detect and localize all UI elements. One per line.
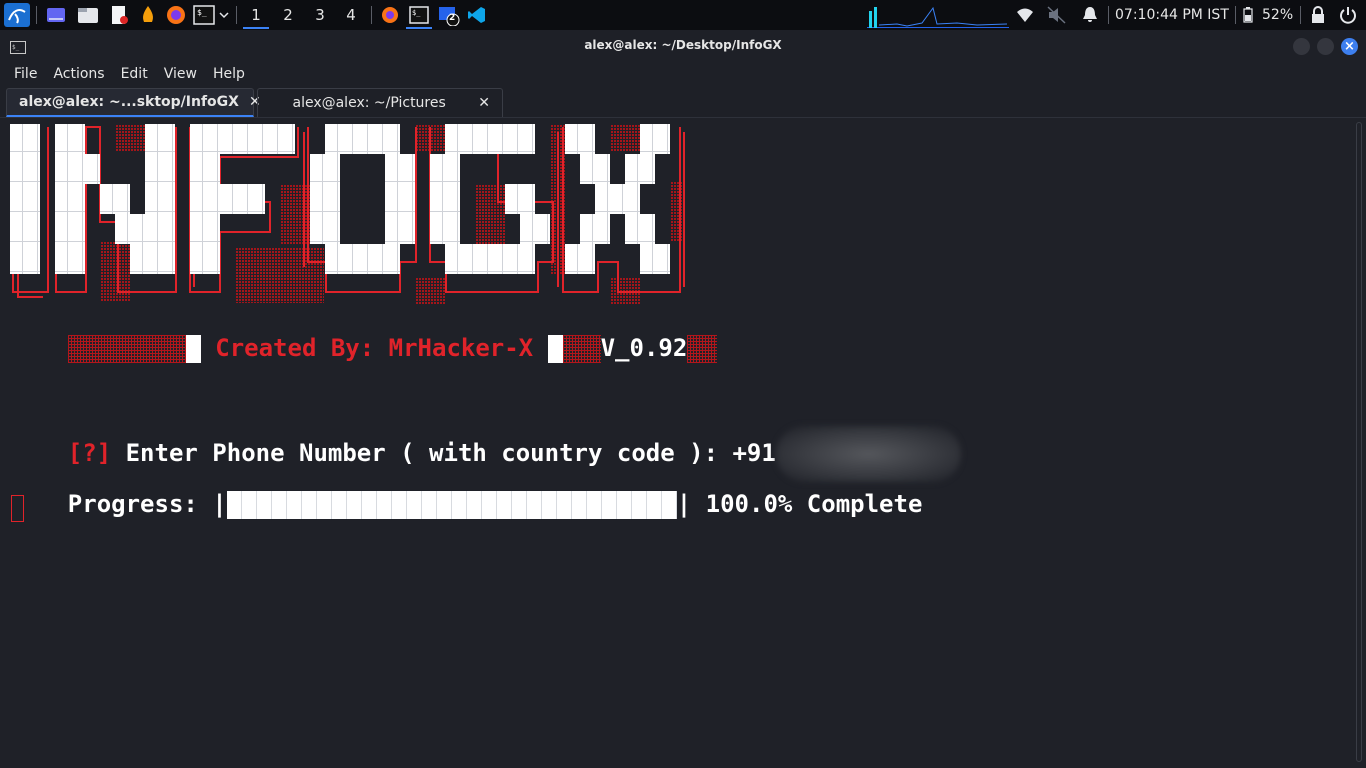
firefox-window-icon[interactable]	[379, 4, 401, 26]
terminal-scrollbar[interactable]	[1356, 122, 1362, 762]
tab-infogx[interactable]: alex@alex: ~...sktop/InfoGX ✕	[6, 88, 261, 117]
progress-percent: 100.0%	[705, 490, 793, 518]
close-icon: ×	[1344, 39, 1355, 54]
minimize-button[interactable]	[1293, 38, 1310, 55]
terminal-group-icon[interactable]: 2	[438, 4, 460, 26]
window-title: alex@alex: ~/Desktop/InfoGX	[584, 38, 782, 52]
text-editor-icon[interactable]	[108, 4, 130, 26]
workspace-3[interactable]: 3	[305, 0, 335, 30]
infogx-ascii-logo	[10, 124, 685, 305]
credit-line: Created By: MrHacker-X V_0.92	[10, 306, 718, 391]
burpsuite-icon[interactable]	[137, 4, 159, 26]
firefox-icon[interactable]	[165, 4, 187, 26]
tab-bar: alex@alex: ~...sktop/InfoGX ✕ alex@alex:…	[0, 86, 1366, 118]
volume-muted-icon[interactable]	[1046, 4, 1068, 26]
workspace-2[interactable]: 2	[273, 0, 303, 30]
tab-label: alex@alex: ~/Pictures	[292, 95, 446, 111]
progress-label: Progress: |	[67, 490, 227, 518]
close-button[interactable]: ×	[1341, 38, 1358, 55]
progress-line: Progress: | | 100.0% Complete	[10, 462, 922, 547]
notifications-bell-icon[interactable]	[1079, 4, 1101, 26]
workspace-4[interactable]: 4	[336, 0, 366, 30]
tab-label: alex@alex: ~...sktop/InfoGX	[19, 94, 239, 110]
menu-file[interactable]: File	[6, 66, 45, 82]
svg-text:$_: $_	[197, 8, 207, 17]
battery-icon[interactable]	[1241, 4, 1255, 26]
file-manager-icon[interactable]	[77, 4, 99, 26]
svg-text:$_: $_	[412, 9, 421, 17]
window-count-badge: 2	[449, 13, 456, 23]
white-block	[185, 335, 201, 363]
white-block	[547, 335, 563, 363]
menubar: File Actions Edit View Help	[0, 61, 1366, 86]
menu-actions[interactable]: Actions	[45, 66, 112, 82]
version-text: V_0.92	[600, 334, 688, 362]
credit-text: Created By: MrHacker-X	[215, 334, 534, 362]
power-icon[interactable]	[1337, 4, 1359, 26]
hatch-block	[687, 335, 718, 363]
tab-close-icon[interactable]: ✕	[478, 95, 490, 111]
progress-end: |	[676, 490, 706, 518]
cpu-graph	[867, 5, 1009, 28]
progress-status: Complete	[792, 490, 923, 518]
clock[interactable]: 07:10:44 PM IST	[1115, 5, 1229, 25]
workspace-1[interactable]: 1	[241, 0, 271, 30]
terminal-cursor	[11, 495, 24, 522]
kali-menu-icon[interactable]	[4, 3, 30, 27]
vscode-icon[interactable]	[466, 4, 488, 26]
lock-screen-icon[interactable]	[1307, 4, 1329, 26]
show-desktop-icon[interactable]	[45, 4, 67, 26]
chevron-down-icon[interactable]	[217, 4, 231, 26]
window-titlebar[interactable]: $_ alex@alex: ~/Desktop/InfoGX ×	[0, 30, 1366, 61]
terminal-window-icon[interactable]: $_	[408, 4, 430, 26]
terminal-launcher-icon[interactable]: $_	[193, 4, 215, 26]
tab-pictures[interactable]: alex@alex: ~/Pictures ✕	[257, 88, 503, 117]
terminal-output[interactable]: Created By: MrHacker-X V_0.92 [?] Enter …	[0, 118, 1366, 768]
battery-percent: 52%	[1262, 7, 1294, 23]
maximize-button[interactable]	[1317, 38, 1334, 55]
progress-bar	[226, 491, 677, 519]
taskbar: $_ 1 2 3 4 $_ 2 07:10:44 PM IST 52%	[0, 0, 1366, 30]
menu-view[interactable]: View	[156, 66, 205, 82]
menu-edit[interactable]: Edit	[113, 66, 156, 82]
hatch-block	[562, 335, 601, 363]
menu-help[interactable]: Help	[205, 66, 253, 82]
hatch-block	[67, 335, 186, 363]
wifi-icon[interactable]	[1014, 4, 1036, 26]
